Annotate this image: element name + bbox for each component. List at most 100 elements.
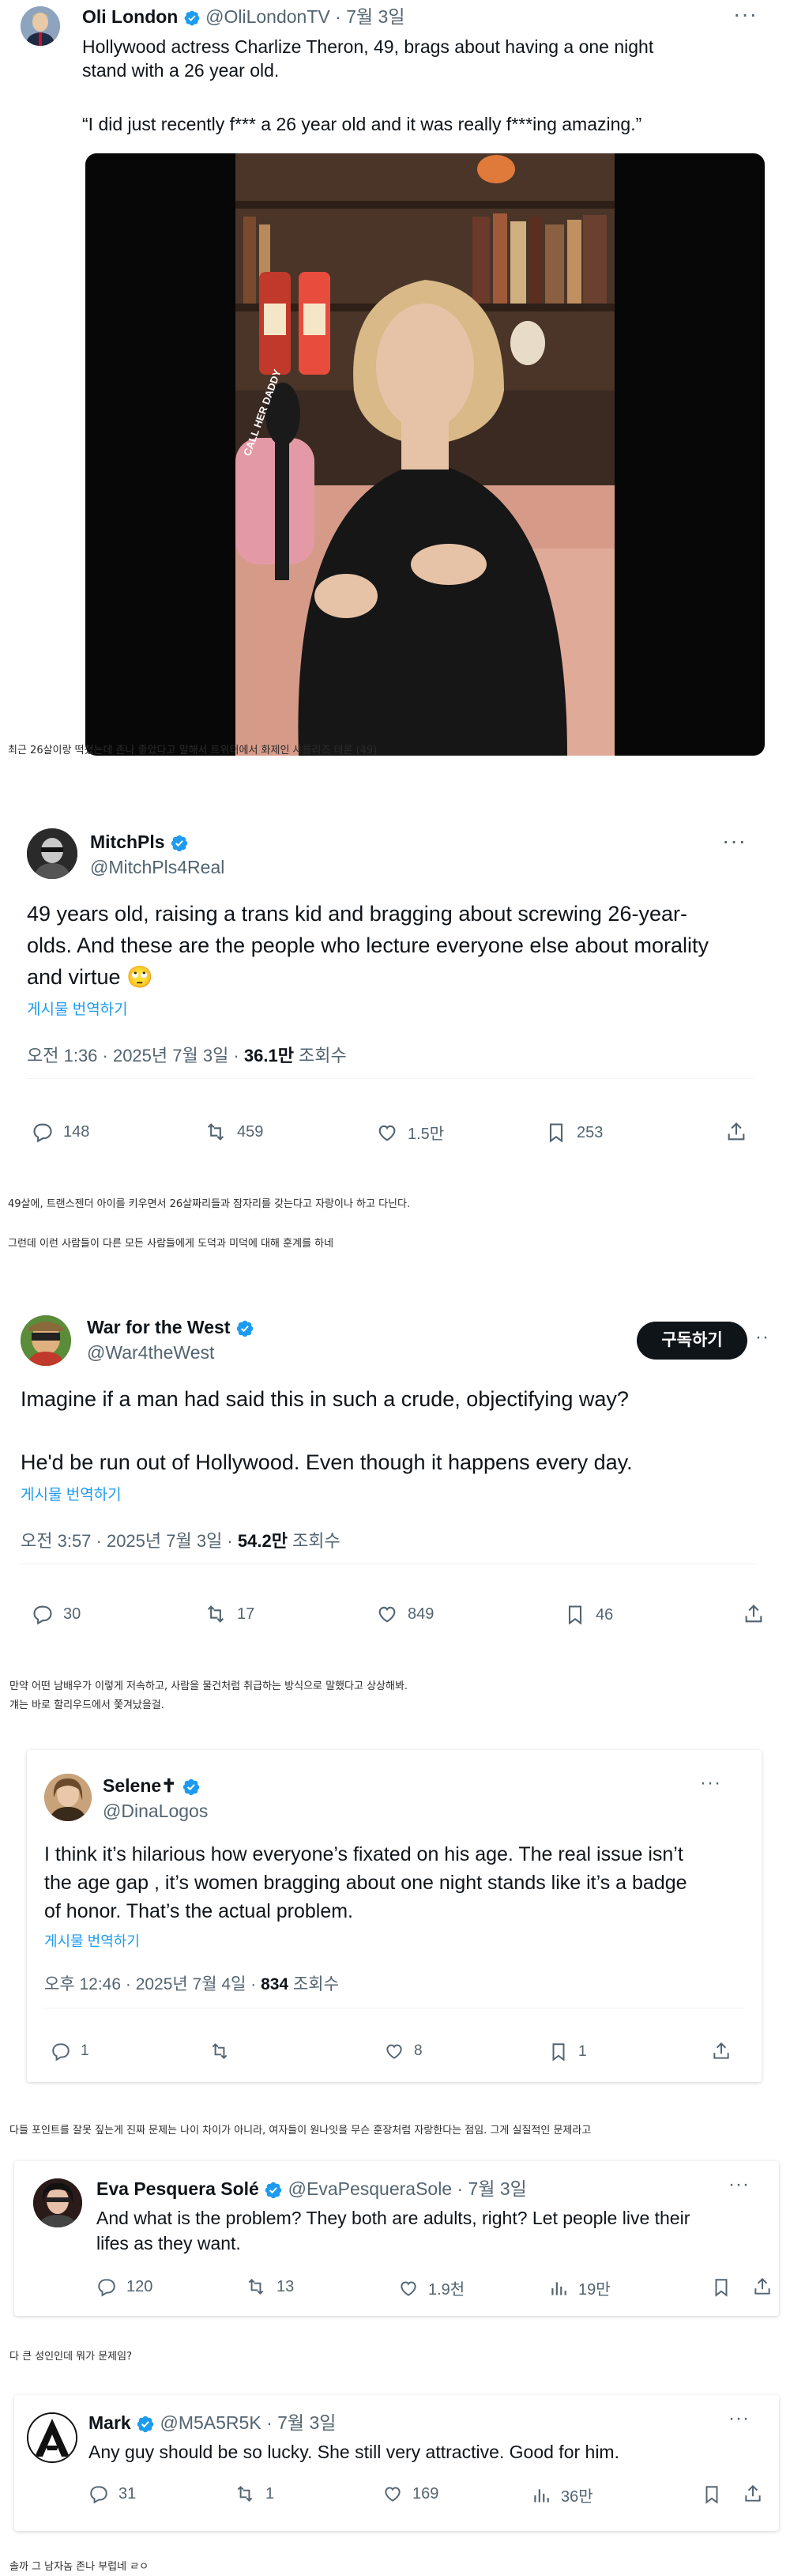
bookmark-button[interactable]: 1 <box>548 2041 587 2063</box>
avatar-image-icon <box>28 2414 76 2461</box>
bookmark-count: 46 <box>596 1605 614 1624</box>
tweet-war-for-the-west: War for the West @War4theWest 구독하기 ·· Im… <box>8 1296 774 1660</box>
bookmark-icon <box>568 1605 582 1625</box>
heart-icon <box>378 1125 396 1141</box>
author-name[interactable]: War for the West <box>87 1317 230 1337</box>
reply-button[interactable]: 31 <box>88 2484 136 2504</box>
post-timestamp: 오전 3:57 · 2025년 7월 3일 · 54.2만 조회수 <box>21 1527 340 1552</box>
retweet-button[interactable]: 1 <box>234 2484 274 2504</box>
author-handle[interactable]: @OliLondonTV <box>205 6 330 27</box>
post-timestamp: 오후 12:46 · 2025년 7월 4일 · 834 조회수 <box>44 1971 339 1995</box>
verified-badge-icon <box>265 2182 282 2199</box>
author-handle[interactable]: @War4theWest <box>87 1341 214 1364</box>
share-icon <box>713 2042 729 2059</box>
post-date[interactable]: · 7월 3일 <box>457 2178 527 2199</box>
video-media[interactable]: CALL HER DADDY <box>85 153 765 756</box>
tweet-text-line: of honor. That’s the actual problem. <box>44 1900 353 1922</box>
post-time[interactable]: 오전 1:36 · 2025년 7월 3일 · <box>27 1046 244 1065</box>
author-handle[interactable]: @EvaPesqueraSole <box>288 2178 452 2199</box>
author-name[interactable]: Mark <box>88 2412 131 2433</box>
view-count: 19만 <box>578 2281 611 2299</box>
more-options-icon[interactable]: ··· <box>700 1774 721 1793</box>
view-label: 조회수 <box>287 1531 340 1551</box>
bookmark-count: 1 <box>578 2043 587 2060</box>
avatar-image-icon <box>21 1315 71 1366</box>
reply-button[interactable]: 148 <box>32 1121 89 1143</box>
author-handle[interactable]: @MitchPls4Real <box>90 855 224 879</box>
like-button[interactable]: 8 <box>384 2041 423 2061</box>
bookmark-button[interactable]: 46 <box>564 1603 613 1627</box>
avatar[interactable] <box>27 2412 77 2463</box>
bookmark-button[interactable] <box>702 2484 722 2506</box>
divider <box>21 1563 755 1564</box>
avatar[interactable] <box>33 2178 82 2227</box>
reply-button[interactable]: 30 <box>32 1603 81 1625</box>
more-options-icon[interactable]: ··· <box>728 2409 750 2428</box>
avatar[interactable] <box>27 828 77 879</box>
author-handle[interactable]: @DinaLogos <box>103 1799 208 1823</box>
share-button[interactable] <box>743 2484 763 2504</box>
author-name[interactable]: Eva Pesquera Solé <box>96 2178 259 2199</box>
like-button[interactable]: 1.9천 <box>398 2276 465 2299</box>
subscribe-button[interactable]: 구독하기 <box>637 1322 747 1360</box>
views-button[interactable]: 19만 <box>548 2276 611 2299</box>
post-time[interactable]: 오전 3:57 · 2025년 7월 3일 · <box>21 1531 238 1551</box>
verified-badge-icon <box>182 1778 200 1796</box>
tweet-text-line: lifes as they want. <box>96 2233 241 2254</box>
more-options-icon[interactable]: ··· <box>728 2175 750 2194</box>
author-handle[interactable]: @M5A5R5K <box>160 2412 261 2433</box>
retweet-button[interactable] <box>209 2041 240 2061</box>
share-button[interactable] <box>743 1603 765 1625</box>
translate-post-link[interactable]: 게시물 번역하기 <box>27 998 128 1019</box>
post-time[interactable]: 오후 12:46 · 2025년 7월 4일 · <box>44 1975 261 1993</box>
tweet-mark: Mark @M5A5R5K · 7월 3일 ··· Any guy should… <box>14 2395 779 2531</box>
share-button[interactable] <box>711 2041 732 2061</box>
more-options-icon[interactable]: ··· <box>722 830 747 852</box>
reply-icon <box>52 2043 70 2061</box>
view-count: 834 <box>261 1975 289 1993</box>
tweet-mitchpls: MitchPls @MitchPls4Real ··· 49 years old… <box>8 790 774 1162</box>
bookmark-button[interactable] <box>711 2276 732 2299</box>
like-button[interactable]: 849 <box>376 1603 434 1625</box>
author-name[interactable]: Selene✝ <box>103 1775 176 1796</box>
tweet-oli-london: Oli London @OliLondonTV · 7월 3일 ··· Holl… <box>0 0 790 759</box>
reply-button[interactable]: 1 <box>51 2041 89 2061</box>
like-count: 1.5만 <box>408 1126 445 1143</box>
like-count: 1.9천 <box>428 2281 465 2299</box>
share-button[interactable] <box>752 2276 773 2297</box>
author-name[interactable]: MitchPls <box>90 832 165 852</box>
caption: 만약 어떤 남배우가 이렇게 저속하고, 사람을 물건처럼 취급하는 방식으로 … <box>9 1680 408 1692</box>
author-name[interactable]: Oli London <box>82 6 178 27</box>
translate-post-link[interactable]: 게시물 번역하기 <box>44 1930 140 1951</box>
avatar[interactable] <box>21 6 60 46</box>
bookmark-icon <box>549 1123 563 1143</box>
retweet-button[interactable]: 17 <box>204 1603 254 1625</box>
translate-post-link[interactable]: 게시물 번역하기 <box>21 1483 122 1504</box>
tweet-text-line: the age gap , it’s women bragging about … <box>44 1872 687 1894</box>
bookmark-icon <box>705 2486 718 2504</box>
post-date[interactable]: · 7월 3일 <box>266 2412 336 2433</box>
retweet-button[interactable]: 459 <box>204 1121 263 1143</box>
verified-badge-icon <box>184 10 200 26</box>
share-button[interactable] <box>725 1121 747 1143</box>
avatar[interactable] <box>44 1774 92 1821</box>
retweet-icon <box>207 1605 224 1623</box>
share-icon <box>728 1122 745 1141</box>
bookmark-button[interactable]: 253 <box>545 1121 603 1145</box>
share-icon <box>754 2277 770 2295</box>
view-count: 36만 <box>561 2488 593 2506</box>
reply-count: 148 <box>63 1122 90 1141</box>
like-button[interactable]: 169 <box>382 2484 438 2504</box>
reply-button[interactable]: 120 <box>96 2276 152 2297</box>
post-date[interactable]: · 7월 3일 <box>335 6 404 27</box>
more-options-icon[interactable]: ·· <box>755 1328 769 1347</box>
tweet-text-line: He'd be run out of Hollywood. Even thoug… <box>21 1450 633 1474</box>
retweet-count: 1 <box>265 2484 275 2502</box>
more-options-icon[interactable]: ··· <box>733 3 758 25</box>
retweet-button[interactable]: 13 <box>245 2276 294 2297</box>
tweet-text-line: olds. And these are the people who lectu… <box>27 933 709 957</box>
like-button[interactable]: 1.5만 <box>376 1121 444 1144</box>
retweet-count: 13 <box>276 2277 295 2295</box>
avatar[interactable] <box>21 1315 71 1366</box>
views-button[interactable]: 36만 <box>531 2484 593 2506</box>
